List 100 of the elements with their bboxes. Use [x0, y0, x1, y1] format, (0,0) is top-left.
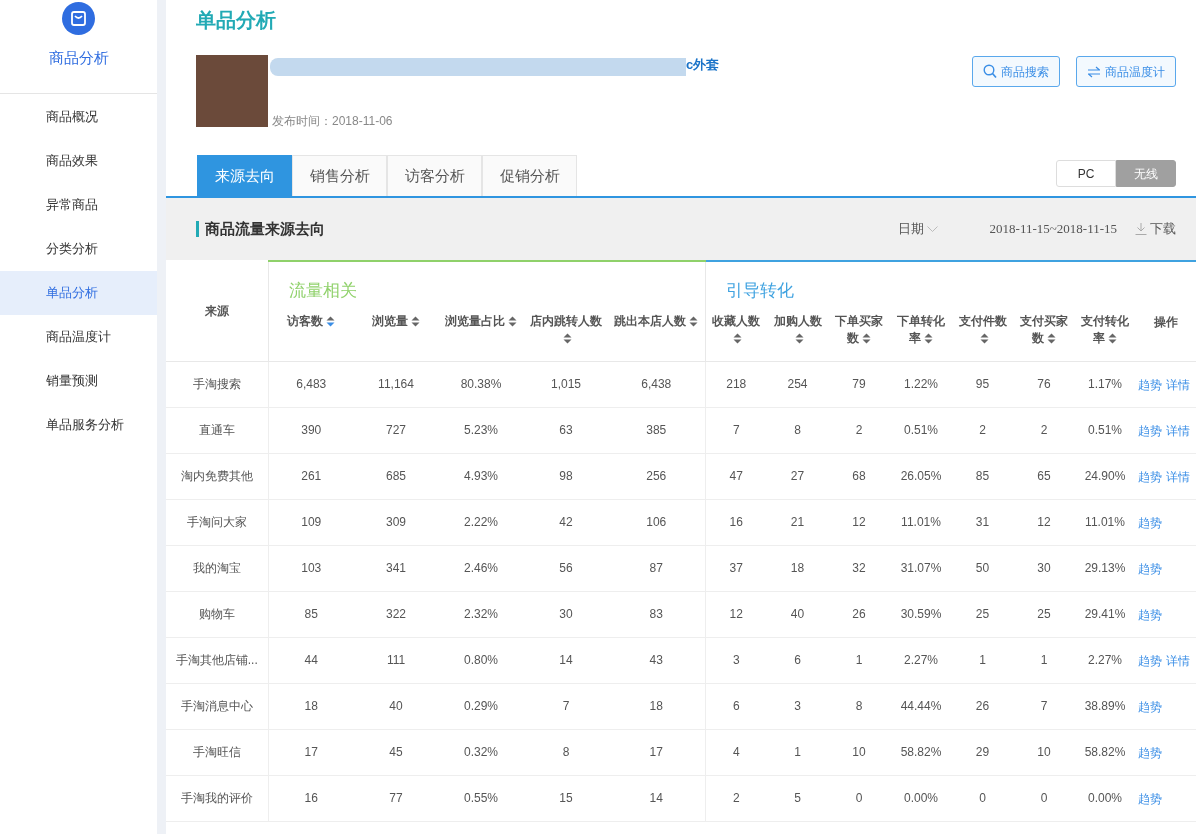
detail-link[interactable]: 详情 — [1166, 654, 1190, 668]
table-cell: 12 — [1013, 499, 1075, 545]
trend-link[interactable]: 趋势 — [1138, 470, 1162, 484]
table-cell: 85 — [952, 453, 1013, 499]
table-cell: 218 — [705, 361, 767, 407]
sort-icon[interactable] — [689, 316, 699, 328]
table-cell: 1 — [767, 729, 828, 775]
table-cell: 40 — [354, 683, 438, 729]
download-button[interactable]: 下载 — [1135, 219, 1176, 239]
column-header[interactable]: 支付买家数 — [1013, 303, 1075, 361]
sidebar-item[interactable]: 单品分析 — [0, 271, 157, 315]
trend-link[interactable]: 趋势 — [1138, 608, 1162, 622]
table-cell: 2.27% — [890, 637, 952, 683]
table-cell: 45 — [354, 729, 438, 775]
sidebar-item[interactable]: 单品服务分析 — [0, 403, 157, 447]
table-cell: 14 — [608, 775, 705, 821]
table-cell: 6 — [705, 683, 767, 729]
column-header[interactable]: 支付转化率 — [1075, 303, 1135, 361]
table-cell: 21 — [767, 499, 828, 545]
detail-link[interactable]: 详情 — [1166, 424, 1190, 438]
search-icon — [983, 64, 997, 79]
sidebar-item[interactable]: 商品效果 — [0, 139, 157, 183]
table-cell: 24.90% — [1075, 453, 1135, 499]
date-dropdown[interactable]: 日期 — [897, 219, 938, 239]
column-header[interactable]: 加购人数 — [767, 303, 828, 361]
table-cell: 6,438 — [608, 361, 705, 407]
table-cell: 32 — [828, 545, 890, 591]
table-cell: 56 — [524, 545, 608, 591]
table-cell: 83 — [608, 591, 705, 637]
table-cell: 0 — [1013, 775, 1075, 821]
sidebar-item[interactable]: 销量预测 — [0, 359, 157, 403]
tab[interactable]: 促销分析 — [482, 155, 577, 198]
table-cell: 2.46% — [438, 545, 524, 591]
sort-icon[interactable] — [1047, 333, 1056, 345]
table-cell: 42 — [524, 499, 608, 545]
trend-link[interactable]: 趋势 — [1138, 746, 1162, 760]
swap-arrows-icon — [1087, 65, 1101, 78]
group-title: 流量相关 — [268, 261, 705, 303]
table-cell: 11,164 — [354, 361, 438, 407]
table-cell: 18 — [767, 545, 828, 591]
column-header[interactable]: 下单买家数 — [828, 303, 890, 361]
sort-icon[interactable] — [794, 333, 804, 345]
table-cell: 2 — [828, 407, 890, 453]
detail-link[interactable]: 详情 — [1166, 378, 1190, 392]
table-cell: 5.23% — [438, 407, 524, 453]
table-cell: 103 — [268, 545, 354, 591]
table-cell: 11.01% — [1075, 499, 1135, 545]
table-cell: 7 — [705, 407, 767, 453]
trend-link[interactable]: 趋势 — [1138, 654, 1162, 668]
table-cell: 390 — [268, 407, 354, 453]
column-header[interactable]: 跳出本店人数 — [608, 303, 705, 361]
sort-icon[interactable] — [1108, 333, 1117, 345]
trend-link[interactable]: 趋势 — [1138, 516, 1162, 530]
table-cell: 40 — [767, 591, 828, 637]
table-cell: 44 — [268, 637, 354, 683]
column-header[interactable]: 浏览量占比 — [438, 303, 524, 361]
table-cell: 1.17% — [1075, 361, 1135, 407]
column-header[interactable]: 下单转化率 — [890, 303, 952, 361]
trend-link[interactable]: 趋势 — [1138, 424, 1162, 438]
table-cell: 16 — [268, 775, 354, 821]
module-title: 商品分析 — [48, 48, 109, 68]
sort-icon[interactable] — [862, 333, 871, 345]
sidebar-item[interactable]: 商品温度计 — [0, 315, 157, 359]
table-cell: 80.38% — [438, 361, 524, 407]
column-header[interactable]: 访客数 — [268, 303, 354, 361]
detail-link[interactable]: 详情 — [1166, 470, 1190, 484]
sort-icon[interactable] — [508, 316, 517, 328]
tab[interactable]: 销售分析 — [292, 155, 387, 198]
table-cell: 12 — [828, 499, 890, 545]
table-cell: 0 — [952, 775, 1013, 821]
table-cell: 322 — [354, 591, 438, 637]
table-cell: 76 — [1013, 361, 1075, 407]
sidebar-item[interactable]: 商品概况 — [0, 95, 157, 139]
column-header[interactable]: 支付件数 — [952, 303, 1013, 361]
sidebar-item[interactable]: 异常商品 — [0, 183, 157, 227]
table-cell: 4 — [705, 729, 767, 775]
sort-icon[interactable] — [924, 333, 933, 345]
table-cell: 5 — [767, 775, 828, 821]
table-cell: 1.22% — [890, 361, 952, 407]
table-cell: 109 — [268, 499, 354, 545]
trend-link[interactable]: 趋势 — [1138, 562, 1162, 576]
table-cell: 0.55% — [438, 775, 524, 821]
column-header[interactable]: 收藏人数 — [705, 303, 767, 361]
sidebar-item[interactable]: 分类分析 — [0, 227, 157, 271]
table-cell: 2 — [952, 407, 1013, 453]
sort-icon[interactable] — [411, 316, 420, 328]
platform-toggle[interactable]: PC — [1056, 160, 1116, 187]
column-header[interactable]: 浏览量 — [354, 303, 438, 361]
table-cell: 11.01% — [890, 499, 952, 545]
tab[interactable]: 访客分析 — [387, 155, 482, 198]
sort-icon[interactable] — [563, 333, 572, 345]
sort-icon[interactable] — [733, 333, 743, 345]
trend-link[interactable]: 趋势 — [1138, 792, 1162, 806]
table-cell: 7 — [1013, 683, 1075, 729]
column-header[interactable]: 店内跳转人数 — [524, 303, 608, 361]
trend-link[interactable]: 趋势 — [1138, 700, 1162, 714]
sort-icon[interactable] — [326, 316, 336, 328]
trend-link[interactable]: 趋势 — [1138, 378, 1162, 392]
table-cell: 我的淘宝 — [166, 545, 268, 591]
sort-icon[interactable] — [979, 333, 989, 345]
